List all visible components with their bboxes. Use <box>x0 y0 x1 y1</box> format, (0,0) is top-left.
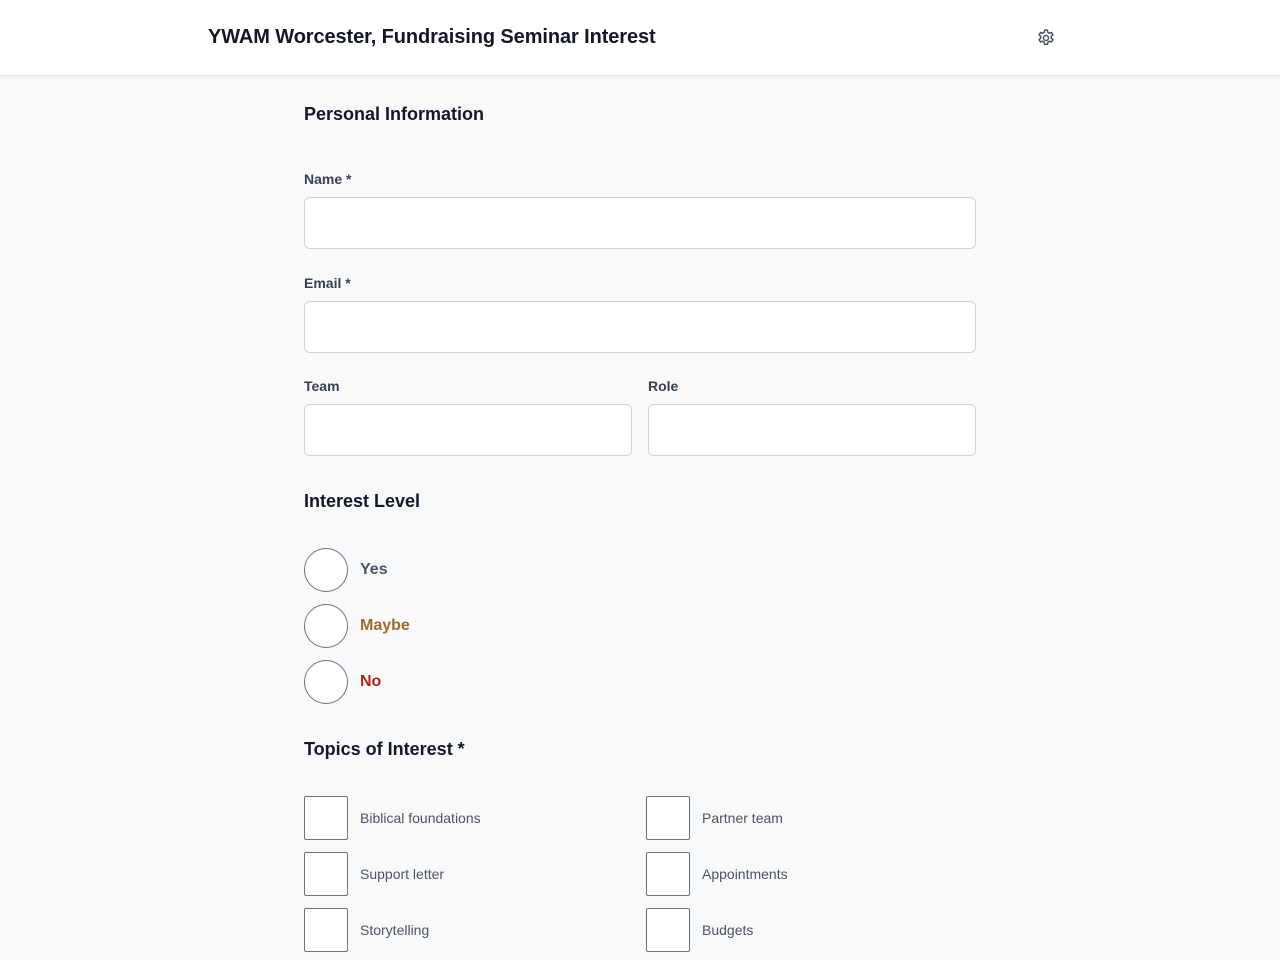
app-header: YWAM Worcester, Fundraising Seminar Inte… <box>0 0 1280 76</box>
checkbox-label: Budgets <box>702 922 754 938</box>
topic-storytelling[interactable]: Storytelling <box>304 908 429 952</box>
interest-option-maybe[interactable]: Maybe <box>304 604 410 648</box>
interest-level-heading: Interest Level <box>304 491 421 511</box>
checkbox-label: Support letter <box>360 866 445 882</box>
checkbox[interactable] <box>646 908 690 952</box>
topics-of-interest-heading: Topics of Interest * <box>304 739 465 759</box>
topic-appointments[interactable]: Appointments <box>646 852 788 896</box>
radio-label: Maybe <box>360 617 410 634</box>
gear-icon <box>1038 29 1054 46</box>
topic-budgets[interactable]: Budgets <box>646 908 753 952</box>
team-input[interactable] <box>304 404 632 456</box>
interest-option-yes[interactable]: Yes <box>304 548 388 592</box>
email-input[interactable] <box>304 301 976 353</box>
topic-partner-team[interactable]: Partner team <box>646 796 783 840</box>
checkbox[interactable] <box>304 796 348 840</box>
checkbox-label: Biblical foundations <box>360 810 481 826</box>
checkbox[interactable] <box>304 908 348 952</box>
checkbox-label: Appointments <box>702 866 788 882</box>
topic-support-letter[interactable]: Support letter <box>304 852 444 896</box>
topic-biblical-foundations[interactable]: Biblical foundations <box>304 796 481 840</box>
radio-button[interactable] <box>304 660 348 704</box>
checkbox[interactable] <box>646 796 690 840</box>
radio-button[interactable] <box>304 604 348 648</box>
interest-option-no[interactable]: No <box>304 660 381 704</box>
radio-button[interactable] <box>304 548 348 592</box>
name-label: Name * <box>304 171 352 187</box>
checkbox-label: Partner team <box>702 810 783 826</box>
radio-label: No <box>360 673 382 690</box>
email-label: Email * <box>304 275 351 291</box>
radio-label: Yes <box>360 561 388 578</box>
page-title: YWAM Worcester, Fundraising Seminar Inte… <box>208 26 656 48</box>
role-input[interactable] <box>648 404 976 456</box>
name-input[interactable] <box>304 197 976 249</box>
settings-button[interactable] <box>1032 24 1060 52</box>
personal-information-heading: Personal Information <box>304 104 485 124</box>
team-label: Team <box>304 378 340 394</box>
checkbox-label: Storytelling <box>360 922 430 938</box>
checkbox[interactable] <box>304 852 348 896</box>
checkbox[interactable] <box>646 852 690 896</box>
role-label: Role <box>648 378 679 394</box>
